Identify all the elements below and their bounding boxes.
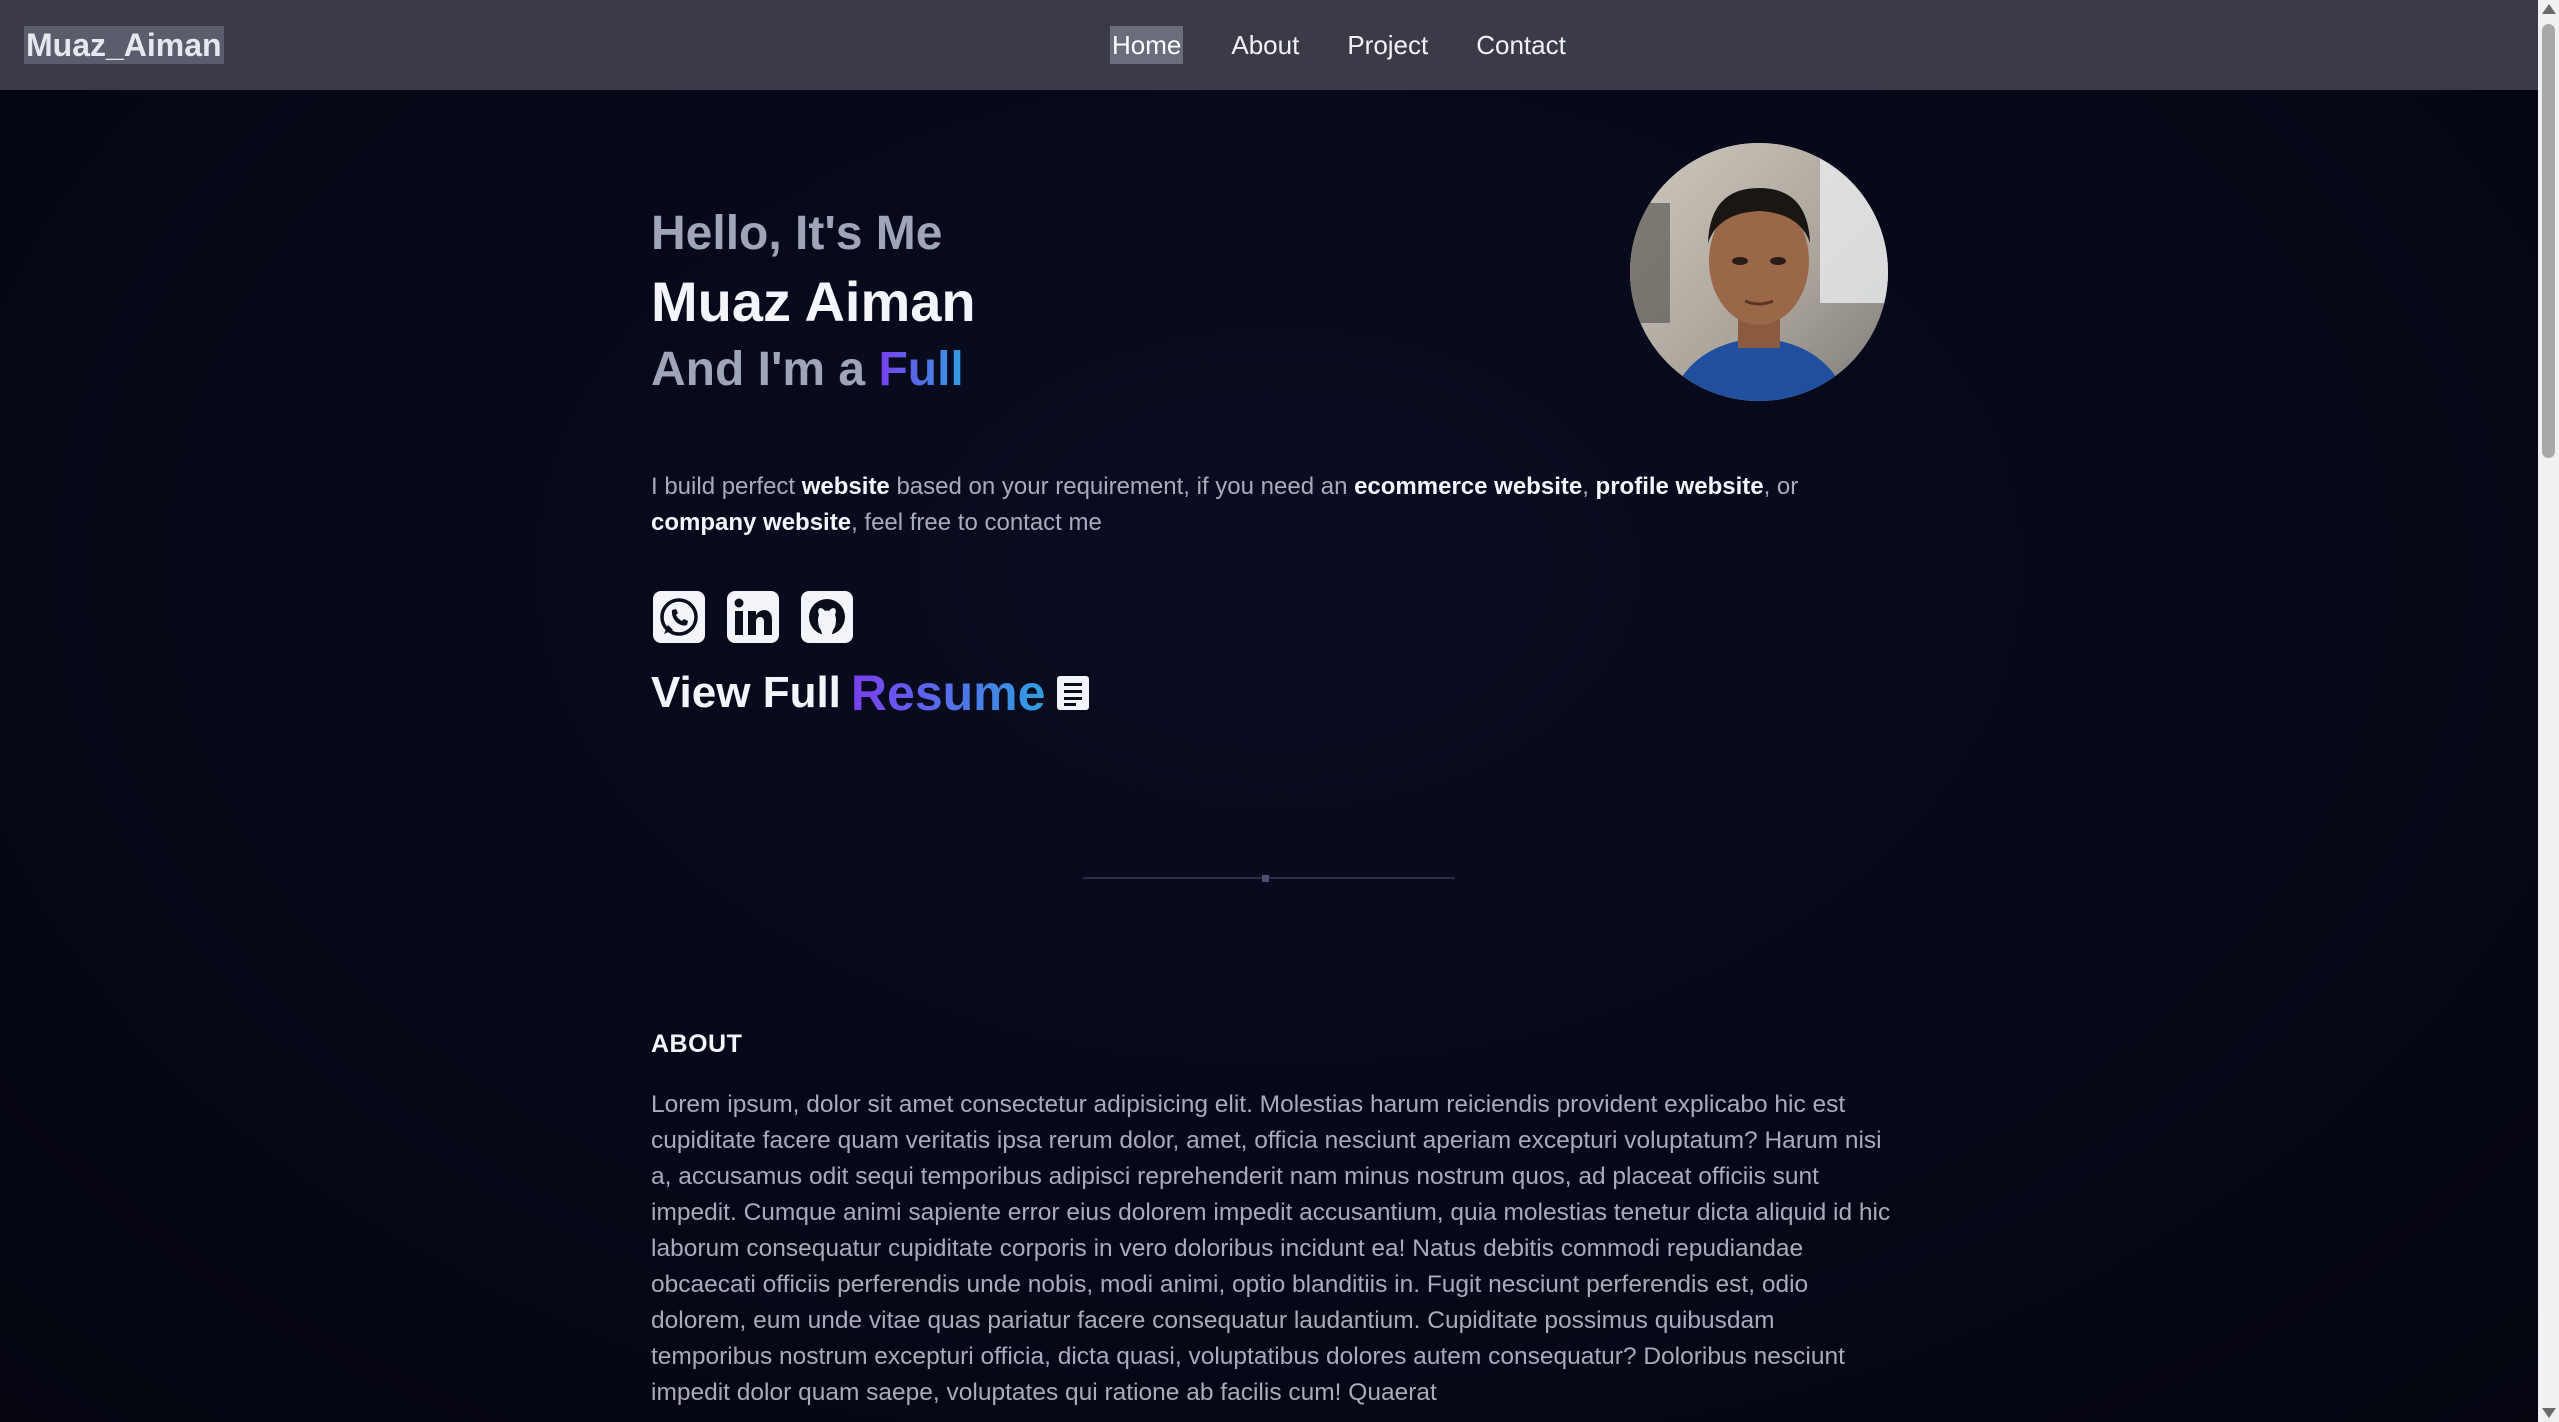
intro-text-4: , or <box>1763 473 1799 500</box>
profile-photo <box>1630 143 1888 401</box>
nav-link-project[interactable]: Project <box>1347 26 1428 64</box>
intro-bold-website: website <box>801 473 890 500</box>
intro-bold-profile: profile website <box>1595 473 1764 500</box>
page: Muaz_Aiman Home About Project Contact He… <box>0 0 2559 1422</box>
hero-intro: I build perfect website based on your re… <box>651 469 1901 541</box>
intro-bold-ecommerce: ecommerce website <box>1354 473 1583 500</box>
scrollbar-thumb[interactable] <box>2542 24 2555 458</box>
document-icon <box>1057 676 1090 710</box>
resume-highlight: Resume <box>850 665 1046 721</box>
main-nav: Home About Project Contact <box>1110 26 1566 64</box>
about-text: Lorem ipsum, dolor sit amet consectetur … <box>651 1091 1891 1406</box>
vertical-scrollbar[interactable] <box>2538 0 2559 1422</box>
section-divider <box>1083 877 1455 879</box>
nav-link-contact[interactable]: Contact <box>1476 26 1566 64</box>
hero-role-prefix: And I'm a <box>651 343 879 396</box>
view-resume-link[interactable]: View Full Resume <box>651 663 1091 723</box>
whatsapp-icon[interactable] <box>651 589 707 645</box>
intro-text-1: I build perfect <box>651 473 802 500</box>
linkedin-icon[interactable] <box>725 589 781 645</box>
intro-bold-company: company website <box>651 509 852 536</box>
nav-link-home[interactable]: Home <box>1110 26 1184 64</box>
scroll-up-arrow-icon[interactable] <box>2542 4 2556 14</box>
hero-role-highlight: Full <box>878 343 964 396</box>
profile-photo-image <box>1630 143 1888 401</box>
top-navbar: Muaz_Aiman Home About Project Contact <box>0 0 2538 90</box>
scroll-down-arrow-icon[interactable] <box>2542 1408 2556 1418</box>
intro-text-3: , <box>1582 473 1596 500</box>
resume-prefix: View Full <box>651 668 841 717</box>
brand-logo[interactable]: Muaz_Aiman <box>24 26 224 64</box>
intro-text-2: based on your requirement, if you need a… <box>889 473 1355 500</box>
nav-link-about[interactable]: About <box>1231 26 1299 64</box>
intro-text-5: , feel free to contact me <box>851 509 1102 536</box>
social-links <box>651 589 855 645</box>
about-title: ABOUT <box>651 1030 743 1058</box>
section-divider-dot <box>1262 875 1269 882</box>
github-icon[interactable] <box>799 589 855 645</box>
